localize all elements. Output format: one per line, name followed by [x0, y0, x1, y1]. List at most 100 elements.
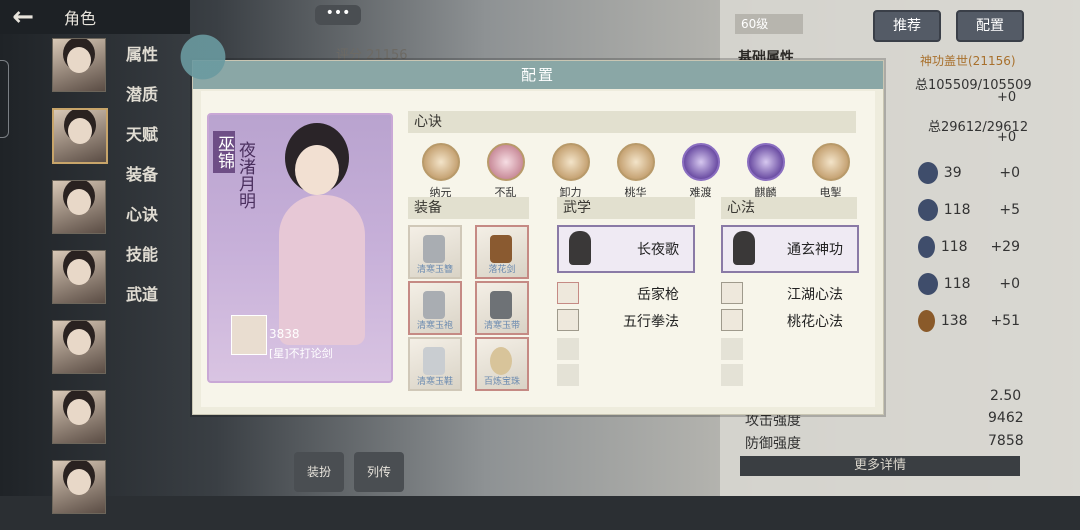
robe-icon: [423, 291, 445, 319]
nav-tab-skills[interactable]: 技能: [126, 242, 166, 282]
wuxue-slot[interactable]: 五行拳法: [557, 309, 691, 331]
wuxue-main-slot[interactable]: 长夜歌: [557, 225, 695, 273]
xinfa-header: 心法: [721, 197, 857, 219]
character-portrait-selected[interactable]: [52, 108, 108, 164]
empty-slot[interactable]: [721, 338, 743, 360]
empty-slot[interactable]: [557, 338, 579, 360]
stat-row: 118 +5: [890, 196, 1020, 224]
level-badge: 60级: [735, 14, 803, 34]
side-nav: 属性 潜质 天赋 装备 心诀 技能 武道: [126, 42, 166, 322]
decorative-ornament-icon: [175, 33, 245, 93]
fist-icon: [557, 309, 579, 331]
stat-bonus: +5: [999, 202, 1020, 218]
power-title: 神功盖世(21156): [920, 54, 1016, 68]
stat-icon: [918, 236, 935, 258]
xinfa-label: 桃花心法: [787, 314, 843, 330]
equipment-slot[interactable]: 清寒玉簪: [408, 225, 462, 279]
equipment-slot[interactable]: 清寒玉鞋: [408, 337, 462, 391]
empty-slot[interactable]: [721, 364, 743, 386]
character-portrait[interactable]: [52, 38, 106, 92]
xinfa-slot[interactable]: 桃花心法: [721, 309, 855, 331]
biography-button[interactable]: 列传: [354, 452, 404, 492]
equipment-label: 清寒玉簪: [416, 265, 453, 275]
meditation-icon: [721, 309, 743, 331]
avatar: [231, 315, 267, 355]
stat-icon: [918, 162, 938, 184]
sword-icon: [490, 235, 512, 263]
xinjue-orb-icon: [616, 143, 655, 181]
xinjue-orb-icon: [486, 143, 525, 181]
meditation-icon: [733, 231, 755, 265]
outfit-button[interactable]: 装扮: [294, 452, 344, 492]
character-portrait[interactable]: [52, 250, 106, 304]
character-artwork: [269, 135, 379, 345]
config-modal: 配置 巫锦 夜渚月明 3838 [星]不打论剑 心诀 纳元 不乱 卸力 桃华 难…: [175, 33, 884, 415]
stat-value: 118: [940, 239, 968, 255]
stat-value: 118: [943, 202, 971, 218]
back-arrow-icon[interactable]: ←: [0, 2, 46, 32]
stat-bonus: +29: [990, 239, 1020, 255]
character-portrait[interactable]: [52, 460, 106, 514]
xinjue-item[interactable]: 纳元: [408, 143, 473, 200]
card-character-title: 夜渚月明: [235, 141, 255, 209]
empty-slot[interactable]: [557, 364, 579, 386]
boots-icon: [423, 347, 445, 375]
nav-tab-talent[interactable]: 天赋: [126, 122, 166, 162]
config-button[interactable]: 配置: [956, 10, 1024, 42]
chat-button[interactable]: •••: [315, 5, 361, 25]
xinjue-header: 心诀: [408, 111, 856, 133]
stat-bonus: +0: [999, 276, 1020, 292]
bottom-icon-bar: 装扮 列传: [294, 452, 404, 492]
nav-tab-equipment[interactable]: 装备: [126, 162, 166, 202]
xinjue-item[interactable]: 不乱: [473, 143, 538, 200]
character-portrait[interactable]: [52, 180, 106, 234]
xinjue-orb-icon: [551, 143, 590, 181]
recommend-button[interactable]: 推荐: [873, 10, 941, 42]
equipment-label: 清寒玉袍: [416, 321, 453, 331]
rate-value: 2.50: [990, 388, 1022, 404]
character-list: [52, 38, 108, 530]
stat-bonus: +0: [999, 165, 1020, 181]
hairpin-icon: [423, 235, 445, 263]
wuxue-label: 五行拳法: [623, 314, 679, 330]
xinfa-main-slot[interactable]: 通玄神功: [721, 225, 859, 273]
equipment-slot[interactable]: 清寒玉袍: [408, 281, 462, 335]
side-handle[interactable]: [0, 60, 9, 138]
equipment-slot[interactable]: 清寒玉带: [475, 281, 529, 335]
equipment-label: 百炼宝珠: [483, 377, 520, 387]
mp-bonus: +0: [997, 130, 1017, 145]
stat-row: 138 +51: [890, 307, 1020, 335]
equipment-slot[interactable]: 百炼宝珠: [475, 337, 529, 391]
nav-tab-attributes[interactable]: 属性: [126, 42, 166, 82]
xinjue-item[interactable]: 电掣: [798, 143, 863, 200]
character-portrait[interactable]: [52, 320, 106, 374]
more-details-button[interactable]: 更多详情: [740, 456, 1020, 476]
nav-tab-wudao[interactable]: 武道: [126, 282, 166, 322]
defense-label: 防御强度: [745, 436, 801, 452]
card-character-name: 巫锦: [213, 131, 235, 173]
wuxue-slot[interactable]: 岳家枪: [557, 282, 691, 304]
stat-row: 118 +29: [890, 233, 1020, 261]
nav-tab-potential[interactable]: 潜质: [126, 82, 166, 122]
hp-bonus: +0: [997, 90, 1017, 105]
xinfa-slot[interactable]: 江湖心法: [721, 282, 855, 304]
equipment-slot[interactable]: 落花剑: [475, 225, 529, 279]
attack-value: 9462: [988, 410, 1024, 426]
xinfa-main-label: 通玄神功: [787, 242, 843, 258]
xinjue-orb-icon: [681, 143, 720, 181]
xinjue-item[interactable]: 难渡: [668, 143, 733, 200]
character-card[interactable]: 巫锦 夜渚月明 3838 [星]不打论剑: [207, 113, 393, 383]
xinjue-item[interactable]: 麒麟: [733, 143, 798, 200]
modal-title: 配置: [193, 61, 883, 89]
belt-icon: [490, 291, 512, 319]
meditation-icon: [721, 282, 743, 304]
xinjue-item[interactable]: 桃华: [603, 143, 668, 200]
character-portrait[interactable]: [52, 390, 106, 444]
xinjue-item[interactable]: 卸力: [538, 143, 603, 200]
nav-tab-xinjue[interactable]: 心诀: [126, 202, 166, 242]
equipment-label: 落花剑: [488, 265, 516, 275]
stat-value: 39: [943, 165, 962, 181]
card-number: 3838: [269, 327, 300, 341]
xinfa-label: 江湖心法: [787, 287, 843, 303]
wuxue-label: 岳家枪: [637, 287, 679, 303]
